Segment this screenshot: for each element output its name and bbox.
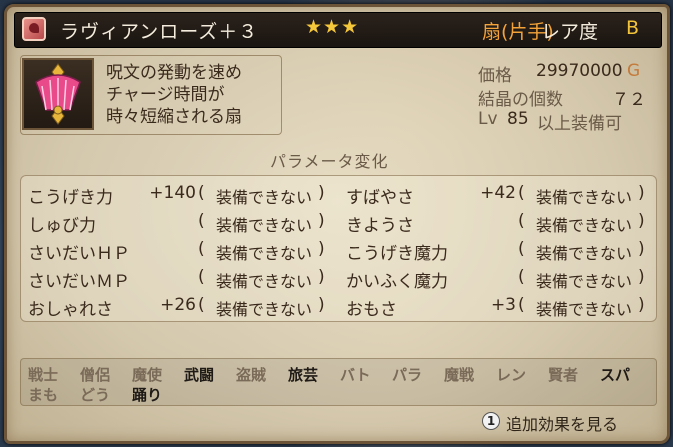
paren-close: ): [638, 239, 645, 259]
job-minstrel: 旅芸: [288, 366, 319, 384]
param-status: 装備できない: [216, 300, 313, 319]
paren-open: (: [198, 211, 205, 231]
job-martial-artist: 武闘: [184, 366, 215, 384]
param-name: おしゃれさ: [28, 300, 113, 320]
param-status: 装備できない: [216, 188, 313, 207]
paren-open: (: [198, 239, 205, 259]
paren-close: ): [318, 211, 325, 231]
param-value: +140: [149, 183, 196, 203]
paren-open: (: [198, 267, 205, 287]
job-superstar: スパ: [600, 366, 631, 384]
param-status: 装備できない: [216, 244, 313, 263]
job-sage: 賢者: [548, 366, 579, 384]
param-status: 装備できない: [536, 272, 633, 291]
param-value: +3: [490, 295, 516, 315]
description-line-3: 時々短縮される扇: [106, 107, 242, 127]
param-name: すばやさ: [346, 188, 414, 208]
paren-open: (: [198, 295, 205, 315]
param-name: おもさ: [346, 300, 397, 320]
param-name: こうげき魔力: [346, 244, 448, 264]
price-unit: G: [627, 61, 641, 81]
rarity-value: B: [626, 17, 640, 39]
job-item-master: どう: [80, 386, 111, 404]
button-1-icon[interactable]: 1: [482, 412, 500, 430]
job-priest: 僧侶: [80, 366, 111, 384]
paren-close: ): [638, 211, 645, 231]
paren-open: (: [518, 267, 525, 287]
job-battle-master: バト: [340, 366, 371, 384]
item-icon-frame: [22, 58, 94, 130]
paren-close: ): [318, 295, 325, 315]
item-name: ラヴィアンローズ＋３: [60, 21, 259, 43]
price-value: 29970000: [536, 61, 623, 81]
paren-close: ): [638, 183, 645, 203]
param-name: さいだいＨＰ: [28, 244, 130, 264]
price-label: 価格: [478, 66, 512, 86]
paren-close: ): [638, 267, 645, 287]
paren-close: ): [638, 295, 645, 315]
job-monster-master: まも: [28, 386, 59, 404]
level-suffix: 以上装備可: [537, 114, 622, 134]
job-magic-knight: 魔戦: [444, 366, 475, 384]
paren-close: ): [318, 239, 325, 259]
level-label: Lv: [478, 109, 498, 129]
level-value: 85: [507, 109, 529, 129]
paren-open: (: [518, 183, 525, 203]
view-extra-effects-button[interactable]: 追加効果を見る: [506, 411, 618, 435]
job-ranger: レン: [496, 366, 527, 384]
param-status: 装備できない: [536, 300, 633, 319]
pink-fan-icon: [35, 63, 81, 125]
param-value: +26: [160, 295, 196, 315]
job-mage: 魔使: [132, 366, 163, 384]
rarity-label: レア度: [541, 21, 599, 43]
param-status: 装備できない: [536, 216, 633, 235]
params-title: パラメータ変化: [270, 152, 389, 171]
job-warrior: 戦士: [28, 366, 59, 384]
param-name: さいだいＭＰ: [28, 272, 130, 292]
crystal-count-label: 結晶の個数: [478, 90, 563, 110]
param-status: 装備できない: [216, 272, 313, 291]
paren-open: (: [518, 295, 525, 315]
job-thief: 盗賊: [236, 366, 267, 384]
description-line-2: チャージ時間が: [106, 85, 225, 105]
param-name: きようさ: [346, 216, 414, 236]
paren-open: (: [518, 239, 525, 259]
job-paladin: パラ: [392, 366, 423, 384]
param-name: しゅび力: [28, 216, 96, 236]
param-value: +42: [480, 183, 516, 203]
description-line-1: 呪文の発動を速め: [106, 63, 242, 83]
paren-close: ): [318, 267, 325, 287]
paren-open: (: [518, 211, 525, 231]
paren-close: ): [318, 183, 325, 203]
param-name: こうげき力: [28, 188, 113, 208]
fan-category-icon: [22, 17, 46, 41]
crystal-count-value: ７２: [612, 90, 646, 110]
param-name: かいふく魔力: [346, 272, 448, 292]
param-status: 装備できない: [216, 216, 313, 235]
paren-open: (: [198, 183, 205, 203]
param-status: 装備できない: [536, 188, 633, 207]
job-dancer: 踊り: [132, 386, 163, 404]
item-stars: ★★★: [305, 16, 360, 38]
param-status: 装備できない: [536, 244, 633, 263]
